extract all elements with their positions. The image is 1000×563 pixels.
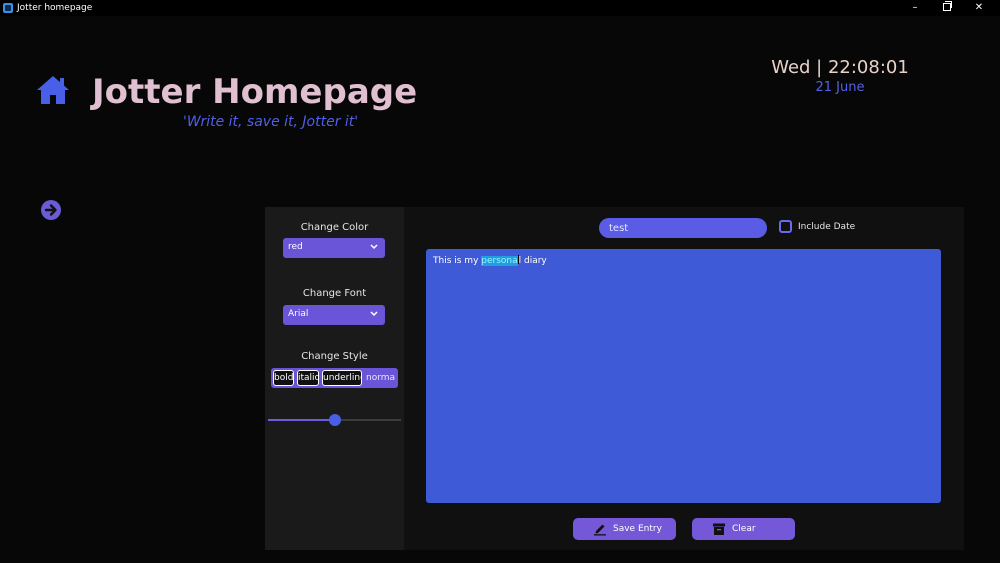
slider-handle[interactable] (328, 414, 341, 426)
font-dropdown-value: Arial (288, 309, 309, 319)
minimize-button[interactable]: – (898, 0, 932, 16)
restore-icon (943, 1, 952, 11)
diary-textarea[interactable]: This is my personal diary (426, 249, 941, 503)
page-title: Jotter Homepage (92, 72, 418, 112)
next-page-button[interactable] (41, 200, 61, 220)
style-normal-button[interactable]: normal (365, 370, 396, 386)
change-color-label: Change Color (300, 222, 369, 233)
title-bar: Jotter homepage – ✕ (0, 0, 1000, 16)
text-after: l diary (518, 256, 547, 266)
save-entry-label: Save Entry (613, 524, 662, 534)
arrow-right-circle-icon (44, 204, 57, 216)
tagline: 'Write it, save it, Jotter it' (183, 114, 359, 130)
chevron-down-icon (370, 244, 378, 250)
pencil-icon (594, 524, 606, 536)
save-entry-button[interactable]: Save Entry (573, 518, 676, 540)
entry-title-input[interactable] (599, 218, 767, 238)
archive-box-icon (713, 523, 725, 535)
style-segmented-control: bold italic underline normal (271, 368, 398, 388)
close-button[interactable]: ✕ (962, 0, 996, 16)
clock: Wed | 22:08:01 (771, 57, 909, 78)
chevron-down-icon (370, 311, 378, 317)
text-selection: persona (481, 256, 518, 266)
color-dropdown-value: red (288, 242, 303, 252)
main-area: Jotter Homepage 'Write it, save it, Jott… (0, 16, 1000, 563)
slider-fill (268, 419, 335, 421)
color-dropdown[interactable]: red (283, 238, 385, 258)
font-dropdown[interactable]: Arial (283, 305, 385, 325)
clear-label: Clear (732, 524, 756, 534)
include-date-checkbox[interactable] (779, 220, 792, 233)
format-panel: Change Color red Change Font Arial Chang… (265, 207, 404, 550)
app-icon (3, 3, 13, 13)
clear-button[interactable]: Clear (692, 518, 795, 540)
maximize-button[interactable] (930, 0, 964, 16)
style-bold-button[interactable]: bold (273, 370, 294, 386)
app-window: Jotter homepage – ✕ Jotter Homepage 'Wri… (0, 0, 1000, 563)
style-underline-button[interactable]: underline (322, 370, 362, 386)
home-icon[interactable] (36, 74, 70, 106)
style-italic-button[interactable]: italic (297, 370, 319, 386)
date-label: 21 June (815, 80, 865, 95)
window-title: Jotter homepage (17, 3, 93, 13)
change-font-label: Change Font (302, 288, 367, 299)
textarea-content: This is my personal diary (433, 255, 547, 266)
include-date-label[interactable]: Include Date (798, 222, 855, 232)
editor-panel: Include Date This is my personal diary S… (404, 207, 964, 550)
text-before: This is my (433, 256, 482, 266)
change-style-label: Change Style (301, 351, 368, 362)
font-size-slider[interactable] (268, 414, 401, 426)
